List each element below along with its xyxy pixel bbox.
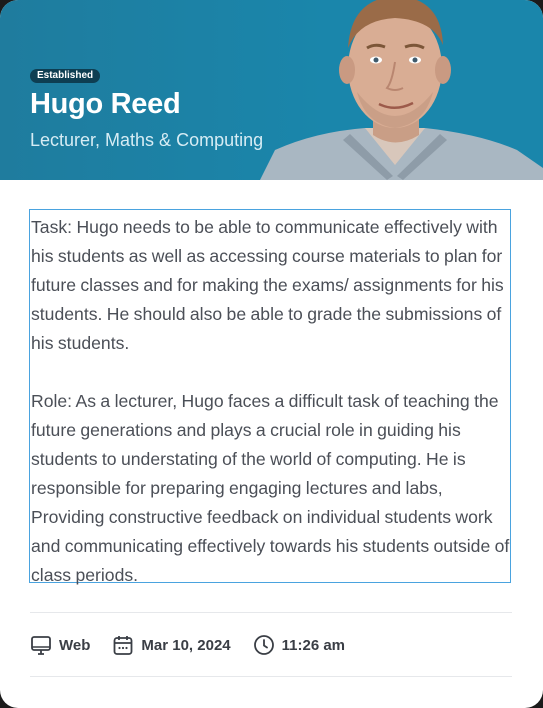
platform-meta: Web bbox=[30, 634, 90, 656]
persona-photo bbox=[260, 0, 543, 180]
divider-bottom bbox=[30, 676, 512, 677]
status-badge: Established bbox=[30, 69, 101, 83]
persona-description[interactable]: Task: Hugo needs to be able to communica… bbox=[29, 209, 511, 585]
persona-header: Established Hugo Reed Lecturer, Maths & … bbox=[0, 0, 543, 180]
time-meta: 11:26 am bbox=[253, 634, 345, 656]
persona-name: Hugo Reed bbox=[30, 88, 181, 120]
divider-top bbox=[30, 612, 512, 613]
time-label: 11:26 am bbox=[281, 636, 346, 654]
clock-icon bbox=[253, 635, 274, 655]
persona-card: Established Hugo Reed Lecturer, Maths & … bbox=[0, 0, 543, 708]
date-meta: Mar 10, 2024 bbox=[112, 634, 231, 656]
persona-meta: Web Mar 10, 2024 11:26 am bbox=[30, 631, 367, 659]
persona-title: Lecturer, Maths & Computing bbox=[30, 130, 264, 150]
calendar-icon bbox=[114, 636, 133, 655]
monitor-icon bbox=[31, 636, 51, 655]
platform-label: Web bbox=[59, 636, 91, 654]
date-label: Mar 10, 2024 bbox=[141, 636, 231, 654]
